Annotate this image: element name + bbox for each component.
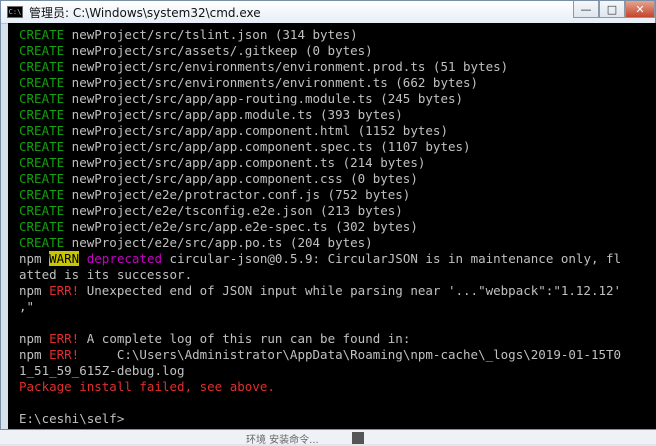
separator: [79, 251, 87, 266]
create-path: newProject/src/environments/environment.…: [64, 59, 509, 74]
err-label: ERR!: [49, 331, 80, 346]
create-path: newProject/src/environments/environment.…: [64, 75, 479, 90]
create-tag: CREATE: [19, 219, 65, 234]
window-title: 管理员: C:\Windows\system32\cmd.exe: [29, 5, 261, 20]
create-path: newProject/e2e/tsconfig.e2e.json (213 by…: [64, 203, 403, 218]
console-line-create: CREATE newProject/src/environments/envir…: [19, 59, 656, 75]
console-line-create: CREATE newProject/src/app/app.component.…: [19, 139, 656, 155]
npm-prefix: npm: [19, 347, 50, 362]
title-bar[interactable]: C:\ 管理员: C:\Windows\system32\cmd.exe — □…: [1, 1, 655, 24]
console-line-create: CREATE newProject/src/app/app-routing.mo…: [19, 91, 656, 107]
err-message: A complete log of this run can be found …: [79, 331, 411, 346]
create-path: newProject/src/app/app.component.html (1…: [64, 123, 448, 138]
console-line-create: CREATE newProject/e2e/protractor.conf.js…: [19, 187, 656, 203]
background-page-strip: 环境 安装命令...: [0, 430, 656, 446]
background-thumbnail: [352, 432, 364, 444]
create-path: newProject/e2e/src/app.po.ts (204 bytes): [64, 235, 373, 250]
create-tag: CREATE: [19, 75, 65, 90]
console-line-create: CREATE newProject/e2e/src/app.e2e-spec.t…: [19, 219, 656, 235]
create-path: newProject/src/app/app.module.ts (393 by…: [64, 107, 403, 122]
create-tag: CREATE: [19, 203, 65, 218]
cmd-app-icon[interactable]: C:\: [7, 6, 23, 18]
create-path: newProject/src/app/app.component.ts (214…: [64, 155, 426, 170]
console-line-create: CREATE newProject/src/assets/.gitkeep (0…: [19, 43, 656, 59]
console-line-err-3-continuation: 1_51_59_615Z-debug.log: [19, 363, 185, 378]
console-line-create: CREATE newProject/src/app/app.component.…: [19, 123, 656, 139]
close-button[interactable]: ✕: [625, 1, 655, 18]
npm-prefix: npm: [19, 331, 50, 346]
create-path: newProject/src/app/app-routing.module.ts…: [64, 91, 464, 106]
err-message: C:\Users\Administrator\AppData\Roaming\n…: [79, 347, 622, 362]
warn-message: circular-json@0.5.9: CircularJSON is in …: [162, 251, 622, 266]
create-path: newProject/src/tslint.json (314 bytes): [64, 27, 358, 42]
create-tag: CREATE: [19, 107, 65, 122]
create-lines: CREATE newProject/src/tslint.json (314 b…: [19, 27, 656, 251]
console-line-create: CREATE newProject/src/environments/envir…: [19, 75, 656, 91]
console-line-create: CREATE newProject/src/tslint.json (314 b…: [19, 27, 656, 43]
create-tag: CREATE: [19, 139, 65, 154]
console-line-create: CREATE newProject/src/app/app.module.ts …: [19, 107, 656, 123]
console-line-warn-continuation: atted is its successor.: [19, 267, 193, 282]
deprecated-label: deprecated: [86, 251, 163, 266]
console-line-warn: npm WARN deprecated circular-json@0.5.9:…: [19, 251, 656, 267]
create-tag: CREATE: [19, 155, 65, 170]
create-tag: CREATE: [19, 123, 65, 138]
err-label: ERR!: [49, 283, 80, 298]
console-output[interactable]: CREATE newProject/src/tslint.json (314 b…: [8, 23, 656, 429]
create-tag: CREATE: [19, 59, 65, 74]
minimize-button[interactable]: —: [573, 1, 599, 18]
cmd-window: C:\ 管理员: C:\Windows\system32\cmd.exe — □…: [0, 0, 656, 430]
warn-label: WARN: [49, 251, 80, 266]
err-label: ERR!: [49, 347, 80, 362]
create-path: newProject/e2e/protractor.conf.js (752 b…: [64, 187, 411, 202]
npm-prefix: npm: [19, 251, 50, 266]
maximize-button[interactable]: □: [599, 1, 625, 18]
window-controls: — □ ✕: [573, 1, 655, 19]
create-tag: CREATE: [19, 235, 65, 250]
create-tag: CREATE: [19, 43, 65, 58]
create-path: newProject/src/assets/.gitkeep (0 bytes): [64, 43, 373, 58]
console-line-create: CREATE newProject/e2e/src/app.po.ts (204…: [19, 235, 656, 251]
npm-prefix: npm: [19, 283, 50, 298]
console-line-create: CREATE newProject/src/app/app.component.…: [19, 155, 656, 171]
create-tag: CREATE: [19, 27, 65, 42]
command-prompt[interactable]: E:\ceshi\self>: [19, 411, 656, 427]
console-line-err-1: npm ERR! Unexpected end of JSON input wh…: [19, 283, 656, 299]
console-line-err-3: npm ERR! C:\Users\Administrator\AppData\…: [19, 347, 656, 363]
console-line-failure: Package install failed, see above.: [19, 379, 275, 394]
create-path: newProject/src/app/app.component.spec.ts…: [64, 139, 471, 154]
create-path: newProject/e2e/src/app.e2e-spec.ts (302 …: [64, 219, 418, 234]
create-tag: CREATE: [19, 171, 65, 186]
err-message: Unexpected end of JSON input while parsi…: [79, 283, 622, 298]
console-line-create: CREATE newProject/e2e/tsconfig.e2e.json …: [19, 203, 656, 219]
console-line-err-1-continuation: ,": [19, 299, 35, 314]
console-line-err-2: npm ERR! A complete log of this run can …: [19, 331, 656, 347]
console-line-create: CREATE newProject/src/app/app.component.…: [19, 171, 656, 187]
create-path: newProject/src/app/app.component.css (0 …: [64, 171, 418, 186]
create-tag: CREATE: [19, 187, 65, 202]
create-tag: CREATE: [19, 91, 65, 106]
